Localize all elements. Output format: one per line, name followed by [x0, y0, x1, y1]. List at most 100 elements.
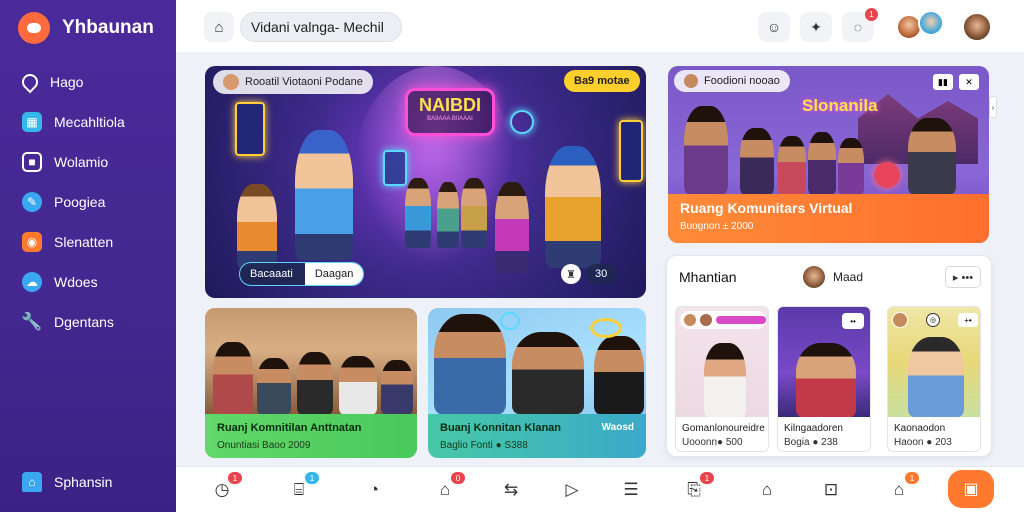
hero-cta-right[interactable]: Daagan [304, 263, 364, 285]
menu-icon[interactable]: ☰ [618, 477, 644, 503]
sidebar-item-wdoes[interactable]: ☁ Wdoes [22, 262, 125, 302]
help-icon: ✦ [810, 18, 822, 35]
chat-bubble-icon [500, 312, 520, 330]
tag-icon[interactable]: ⌂ [754, 477, 780, 503]
person [740, 128, 774, 194]
person [381, 360, 413, 414]
notifications-button[interactable]: ◌ 1 [842, 8, 878, 42]
cartoon-character [461, 178, 487, 248]
mini-card-sub: Bogia ● 238 [784, 437, 838, 448]
hero-card[interactable]: Rooatil Viotaoni Podane Ba9 motae NAIBDI… [205, 66, 646, 298]
bell-icon: ◌ [853, 19, 863, 35]
person [512, 332, 584, 414]
play-icon[interactable]: ▷ [559, 477, 585, 503]
search-input[interactable]: Vidani valnga- Mechil [240, 12, 402, 42]
sidebar: Yhbaunan Hago ▦ Mecahltiola ■ Wolamio ✎ … [0, 0, 176, 512]
person [808, 132, 836, 194]
hero-cta[interactable]: Bacaaati Daagan [239, 262, 365, 286]
sidebar-item-label: Wdoes [54, 274, 98, 290]
tag-bar [716, 316, 766, 324]
more-icon[interactable]: +• [958, 313, 978, 327]
home-button[interactable]: ⌂ [204, 12, 234, 42]
scroll-handle[interactable]: › [989, 96, 997, 118]
more-button[interactable]: ▸ ••• [945, 266, 981, 288]
share-icon[interactable]: ◎ [926, 313, 940, 327]
sidebar-item-mecahltiola[interactable]: ▦ Mecahltiola [22, 102, 125, 142]
home-icon: ⌂ [22, 472, 42, 492]
mini-card-tag [680, 311, 766, 329]
panel-user-name: Maad [833, 270, 864, 284]
hero-badge: Ba9 motae [564, 70, 640, 92]
panel-user[interactable]: Maad [803, 266, 863, 288]
nav-badge: 1 [305, 472, 319, 484]
active-tab-button[interactable]: ▣ [948, 470, 994, 508]
inbox-icon[interactable]: ⊡ [818, 477, 844, 503]
sidebar-item-label: Hago [50, 74, 84, 90]
sidebar-item-poogiea[interactable]: ✎ Poogiea [22, 182, 125, 222]
nav-badge: 1 [905, 472, 919, 484]
house-icon[interactable]: ⌂ 1 [886, 472, 919, 503]
clock-icon[interactable]: ◷ 1 [209, 472, 242, 503]
mini-card-action[interactable]: •• [842, 313, 864, 329]
lock-icon: ■ [22, 152, 42, 172]
mini-card-title: Gomanlonoureidre [682, 423, 765, 434]
shuffle-icon[interactable]: ⇆ [498, 477, 524, 503]
sidebar-item-wolamio[interactable]: ■ Wolamio [22, 142, 125, 182]
mini-card[interactable]: •• Kilngaadoren Bogia ● 238 [777, 306, 871, 452]
cartoon-character [405, 178, 431, 248]
neon-sign: NAIBDI BAIIAAA BIIAAAI [405, 88, 495, 136]
neon-circle [874, 162, 900, 188]
video-card[interactable]: Buanj Konnitan Klanan Baglio Fonti ● S38… [428, 308, 646, 458]
help-button[interactable]: ✦ [800, 12, 832, 42]
bottom-nav: ◷ 1 ⌸ 1 ◔ ⌂ 0 ⇆ ▷ ☰ ⎘ 1 ⌂ ⊡ ⌂ 1 ▣ [176, 466, 1024, 512]
avatar [700, 314, 712, 326]
hero-tag: Rooatil Viotaoni Podane [213, 70, 373, 94]
person [684, 106, 728, 194]
hero-cta-left[interactable]: Bacaaati [240, 268, 305, 280]
avatar [684, 314, 696, 326]
hero-badge-text: Ba9 motae [574, 75, 630, 87]
sidebar-item-hago[interactable]: Hago [18, 62, 125, 102]
minimize-icon[interactable]: ▮▮ [933, 74, 953, 90]
avatar [892, 312, 908, 328]
sidebar-item-sphansin[interactable]: ⌂ Sphansin [22, 472, 112, 492]
mini-card[interactable]: ◎ +• Kaonaodon Haoon ● 203 [887, 306, 981, 452]
location-pin-icon [18, 70, 42, 94]
brand[interactable]: Yhbaunan [18, 12, 154, 44]
community-card[interactable]: Foodioni nooao ▮▮ ✕ Slonanila Ruang Komu… [668, 66, 989, 243]
avatar [684, 74, 698, 88]
video-caption: Ruanj Komnitilan Anttnatan Onuntiasi Bao… [205, 414, 417, 458]
notification-badge: 1 [865, 8, 878, 21]
close-icon[interactable]: ✕ [959, 74, 979, 90]
sidebar-item-label: Wolamio [54, 154, 109, 170]
pin-icon[interactable]: ♜ [561, 264, 581, 284]
neon-screen [619, 120, 643, 182]
cartoon-character [545, 146, 601, 268]
profile-button[interactable]: ☺ [758, 12, 790, 42]
mini-card-title: Kaonaodon [894, 423, 946, 434]
community-tag-text: Foodioni nooao [704, 75, 780, 87]
mini-card-icons: ◎ +• [892, 311, 978, 329]
neon-screen [383, 150, 407, 186]
sidebar-item-slenatten[interactable]: ◉ Slenatten [22, 222, 125, 262]
chat-icon[interactable]: ◔ [361, 477, 387, 503]
person [257, 358, 291, 414]
sidebar-item-dgentans[interactable]: 🔧 Dgentans [21, 302, 125, 342]
video-card[interactable]: Ruanj Komnitilan Anttnatan Onuntiasi Bao… [205, 308, 417, 458]
neon-sign-title: NAIBDI [419, 95, 481, 115]
window-controls[interactable]: ▮▮ ✕ [933, 74, 979, 90]
mini-card[interactable]: Gomanlonoureidre Uooonn● 500 [675, 306, 769, 452]
video-title: Ruanj Komnitilan Anttnatan [217, 422, 362, 434]
video-caption: Buanj Konnitan Klanan Baglio Fonti ● S38… [428, 414, 646, 458]
avatar[interactable] [918, 10, 944, 36]
person [908, 118, 956, 194]
hero-tag-text: Rooatil Viotaoni Podane [245, 76, 363, 88]
sidebar-item-label: Sphansin [54, 474, 113, 490]
bookmark-icon[interactable]: ⌸ 1 [286, 472, 319, 503]
calendar-icon[interactable]: ⎘ 1 [681, 472, 714, 503]
person [594, 336, 644, 414]
chat-bubble-icon: ✎ [22, 192, 42, 212]
home-icon[interactable]: ⌂ 0 [432, 472, 465, 503]
avatar[interactable] [962, 12, 992, 42]
highlights-panel: Mhantian Maad ▸ ••• Gomanlonoureidre Uoo… [666, 255, 992, 457]
